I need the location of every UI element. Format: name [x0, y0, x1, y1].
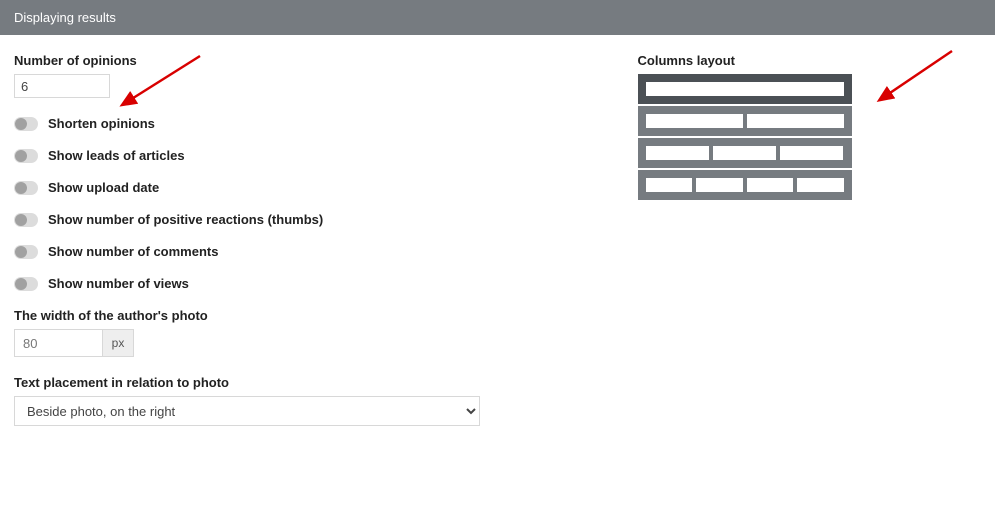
columns-layout-option-4[interactable] — [638, 170, 852, 200]
layout-cell — [646, 114, 743, 128]
columns-layout-option-3[interactable] — [638, 138, 852, 168]
show-views-toggle[interactable] — [14, 277, 38, 291]
author-photo-width-input[interactable] — [14, 329, 102, 357]
author-photo-width-row: px — [14, 329, 498, 357]
layout-cell — [713, 146, 776, 160]
columns-layout-label: Columns layout — [638, 53, 982, 68]
text-placement-select[interactable]: Beside photo, on the right — [14, 396, 480, 426]
number-of-opinions-input[interactable] — [14, 74, 110, 98]
show-leads-toggle[interactable] — [14, 149, 38, 163]
show-comments-toggle[interactable] — [14, 245, 38, 259]
columns-layout-option-2[interactable] — [638, 106, 852, 136]
number-of-opinions-label: Number of opinions — [14, 53, 498, 68]
toggle-row-show-upload-date: Show upload date — [14, 180, 498, 195]
toggle-row-show-leads: Show leads of articles — [14, 148, 498, 163]
show-upload-date-toggle[interactable] — [14, 181, 38, 195]
author-photo-width-unit: px — [102, 329, 134, 357]
layout-cell — [696, 178, 743, 192]
layout-cell — [780, 146, 843, 160]
shorten-opinions-label: Shorten opinions — [48, 116, 155, 131]
show-comments-label: Show number of comments — [48, 244, 218, 259]
toggle-row-shorten-opinions: Shorten opinions — [14, 116, 498, 131]
right-column: Columns layout — [498, 53, 982, 426]
author-photo-width-label: The width of the author's photo — [14, 308, 498, 323]
left-column: Number of opinions Shorten opinions Show… — [14, 53, 498, 426]
content-area: Number of opinions Shorten opinions Show… — [0, 35, 995, 436]
layout-cell — [646, 178, 693, 192]
layout-cell — [747, 178, 794, 192]
layout-cell — [646, 146, 709, 160]
show-views-label: Show number of views — [48, 276, 189, 291]
show-upload-date-label: Show upload date — [48, 180, 159, 195]
show-leads-label: Show leads of articles — [48, 148, 185, 163]
show-reactions-label: Show number of positive reactions (thumb… — [48, 212, 323, 227]
toggle-row-show-reactions: Show number of positive reactions (thumb… — [14, 212, 498, 227]
columns-layout-option-1[interactable] — [638, 74, 852, 104]
shorten-opinions-toggle[interactable] — [14, 117, 38, 131]
layout-cell — [747, 114, 844, 128]
toggle-row-show-comments: Show number of comments — [14, 244, 498, 259]
toggle-row-show-views: Show number of views — [14, 276, 498, 291]
layout-cell — [797, 178, 844, 192]
layout-cell — [646, 82, 844, 96]
section-header: Displaying results — [0, 0, 995, 35]
show-reactions-toggle[interactable] — [14, 213, 38, 227]
columns-layout-grid — [638, 74, 982, 200]
section-header-title: Displaying results — [14, 10, 116, 25]
text-placement-label: Text placement in relation to photo — [14, 375, 498, 390]
